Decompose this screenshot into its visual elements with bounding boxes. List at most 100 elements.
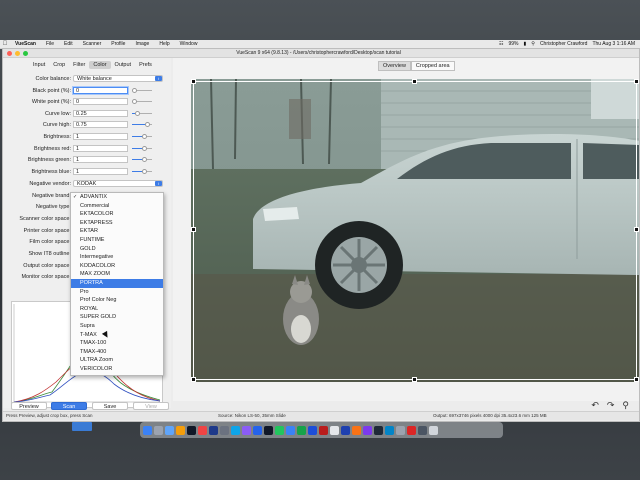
brightness-blue-slider[interactable]: [132, 169, 152, 174]
dropdown-item[interactable]: Commercial: [71, 202, 163, 211]
dropdown-item[interactable]: TMAX-400: [71, 348, 163, 357]
dropdown-item[interactable]: EKTACOLOR: [71, 210, 163, 219]
slider-knob[interactable]: [132, 99, 137, 104]
app-icon[interactable]: [187, 425, 196, 435]
brightness-green-input[interactable]: 1: [73, 156, 128, 163]
dropdown-item[interactable]: ULTRA Zoom: [71, 356, 163, 365]
brightness-slider[interactable]: [132, 134, 152, 139]
white-point-input[interactable]: 0: [73, 98, 128, 105]
apple-menu-icon[interactable]: : [0, 41, 10, 47]
app-icon[interactable]: [407, 425, 416, 435]
dropdown-item[interactable]: MAX ZOOM: [71, 270, 163, 279]
crop-handle-left[interactable]: [191, 227, 196, 232]
slider-knob[interactable]: [142, 146, 147, 151]
menu-help[interactable]: Help: [154, 41, 174, 47]
dropdown-item[interactable]: GOLD: [71, 245, 163, 254]
dropdown-item-advantix[interactable]: ✓ ADVANTIX: [71, 193, 163, 202]
slider-knob[interactable]: [145, 122, 150, 127]
app-icon[interactable]: [319, 425, 328, 435]
dropdown-item[interactable]: Pro: [71, 288, 163, 297]
curve-high-slider[interactable]: [132, 122, 152, 127]
color-balance-select[interactable]: White balance ↕: [73, 75, 163, 82]
brightness-green-slider[interactable]: [132, 157, 152, 162]
app-icon[interactable]: [418, 425, 427, 435]
scan-preview-image[interactable]: [191, 79, 639, 382]
brightness-red-input[interactable]: 1: [73, 145, 128, 152]
crop-handle-top-left[interactable]: [191, 79, 196, 84]
brightness-input[interactable]: 1: [73, 133, 128, 140]
app-icon[interactable]: [330, 425, 339, 435]
app-icon[interactable]: [209, 425, 218, 435]
slider-knob[interactable]: [135, 111, 140, 116]
minimize-window-button[interactable]: [15, 50, 20, 56]
dropdown-item[interactable]: EKTAR: [71, 227, 163, 236]
app-icon[interactable]: [308, 425, 317, 435]
crop-handle-top-right[interactable]: [634, 79, 639, 84]
window-titlebar[interactable]: VueScan 9 x64 (9.8.13) - /Users/christop…: [3, 49, 639, 58]
dropdown-item[interactable]: FUNTIME: [71, 236, 163, 245]
menu-window[interactable]: Window: [175, 41, 203, 47]
chrome-icon[interactable]: [176, 425, 185, 435]
app-icon[interactable]: [385, 425, 394, 435]
save-button[interactable]: Save: [92, 402, 128, 410]
curve-low-input[interactable]: 0.25: [73, 110, 128, 117]
app-icon[interactable]: [275, 425, 284, 435]
scan-button[interactable]: Scan: [51, 402, 87, 410]
dropdown-item[interactable]: Supra: [71, 322, 163, 331]
app-icon[interactable]: [286, 425, 295, 435]
app-icon[interactable]: [231, 425, 240, 435]
black-point-input[interactable]: 0: [73, 87, 128, 94]
app-icon[interactable]: [297, 425, 306, 435]
tab-cropped-area[interactable]: Cropped area: [410, 61, 455, 71]
black-point-slider[interactable]: [132, 88, 152, 93]
tab-input[interactable]: Input: [29, 61, 49, 69]
dropdown-item[interactable]: SUPER GOLD: [71, 313, 163, 322]
app-icon[interactable]: [220, 425, 229, 435]
app-icon[interactable]: [242, 425, 251, 435]
dropdown-item[interactable]: ROYAL: [71, 305, 163, 314]
finder-icon[interactable]: [143, 425, 152, 435]
app-icon[interactable]: [253, 425, 262, 435]
brightness-red-slider[interactable]: [132, 146, 152, 151]
menu-app-name[interactable]: VueScan: [10, 41, 41, 47]
negative-vendor-select[interactable]: KODAK ↕: [73, 180, 163, 187]
safari-icon[interactable]: [165, 425, 174, 435]
dropdown-item-portra[interactable]: PORTRA: [71, 278, 163, 288]
trash-icon[interactable]: [429, 425, 438, 435]
dropdown-item[interactable]: Prof Color Neg: [71, 296, 163, 305]
battery-level[interactable]: 99%: [508, 41, 518, 47]
crop-handle-bottom-left[interactable]: [191, 377, 196, 382]
slider-knob[interactable]: [142, 134, 147, 139]
app-icon[interactable]: [264, 425, 273, 435]
search-icon[interactable]: ⚲: [531, 41, 535, 47]
slider-knob[interactable]: [142, 169, 147, 174]
close-window-button[interactable]: [7, 50, 12, 56]
app-icon[interactable]: [363, 425, 372, 435]
battery-icon[interactable]: ▮: [524, 41, 527, 47]
menu-profile[interactable]: Profile: [106, 41, 130, 47]
brightness-blue-input[interactable]: 1: [73, 168, 128, 175]
curve-high-input[interactable]: 0.75: [73, 121, 128, 128]
menu-edit[interactable]: Edit: [59, 41, 78, 47]
app-icon[interactable]: [374, 425, 383, 435]
user-name[interactable]: Christopher Crawford: [540, 41, 588, 47]
curve-low-slider[interactable]: [132, 111, 152, 116]
tab-overview[interactable]: Overview: [378, 61, 411, 71]
app-icon[interactable]: [341, 425, 350, 435]
crop-handle-bottom[interactable]: [412, 377, 417, 382]
app-icon[interactable]: [198, 425, 207, 435]
crop-handle-bottom-right[interactable]: [634, 377, 639, 382]
app-icon[interactable]: [396, 425, 405, 435]
preview-button[interactable]: Preview: [11, 402, 47, 410]
white-point-slider[interactable]: [132, 99, 152, 104]
dropdown-item[interactable]: Intermegative: [71, 253, 163, 262]
crop-handle-right[interactable]: [634, 227, 639, 232]
tab-prefs[interactable]: Prefs: [135, 61, 156, 69]
slider-knob[interactable]: [142, 157, 147, 162]
crop-handle-top[interactable]: [412, 79, 417, 84]
desktop-file-icon[interactable]: [72, 422, 92, 431]
dropdown-item[interactable]: VERICOLOR: [71, 365, 163, 374]
dropdown-item[interactable]: TMAX-100: [71, 339, 163, 348]
dropdown-item[interactable]: T-MAX: [71, 331, 163, 340]
tab-filter[interactable]: Filter: [69, 61, 89, 69]
